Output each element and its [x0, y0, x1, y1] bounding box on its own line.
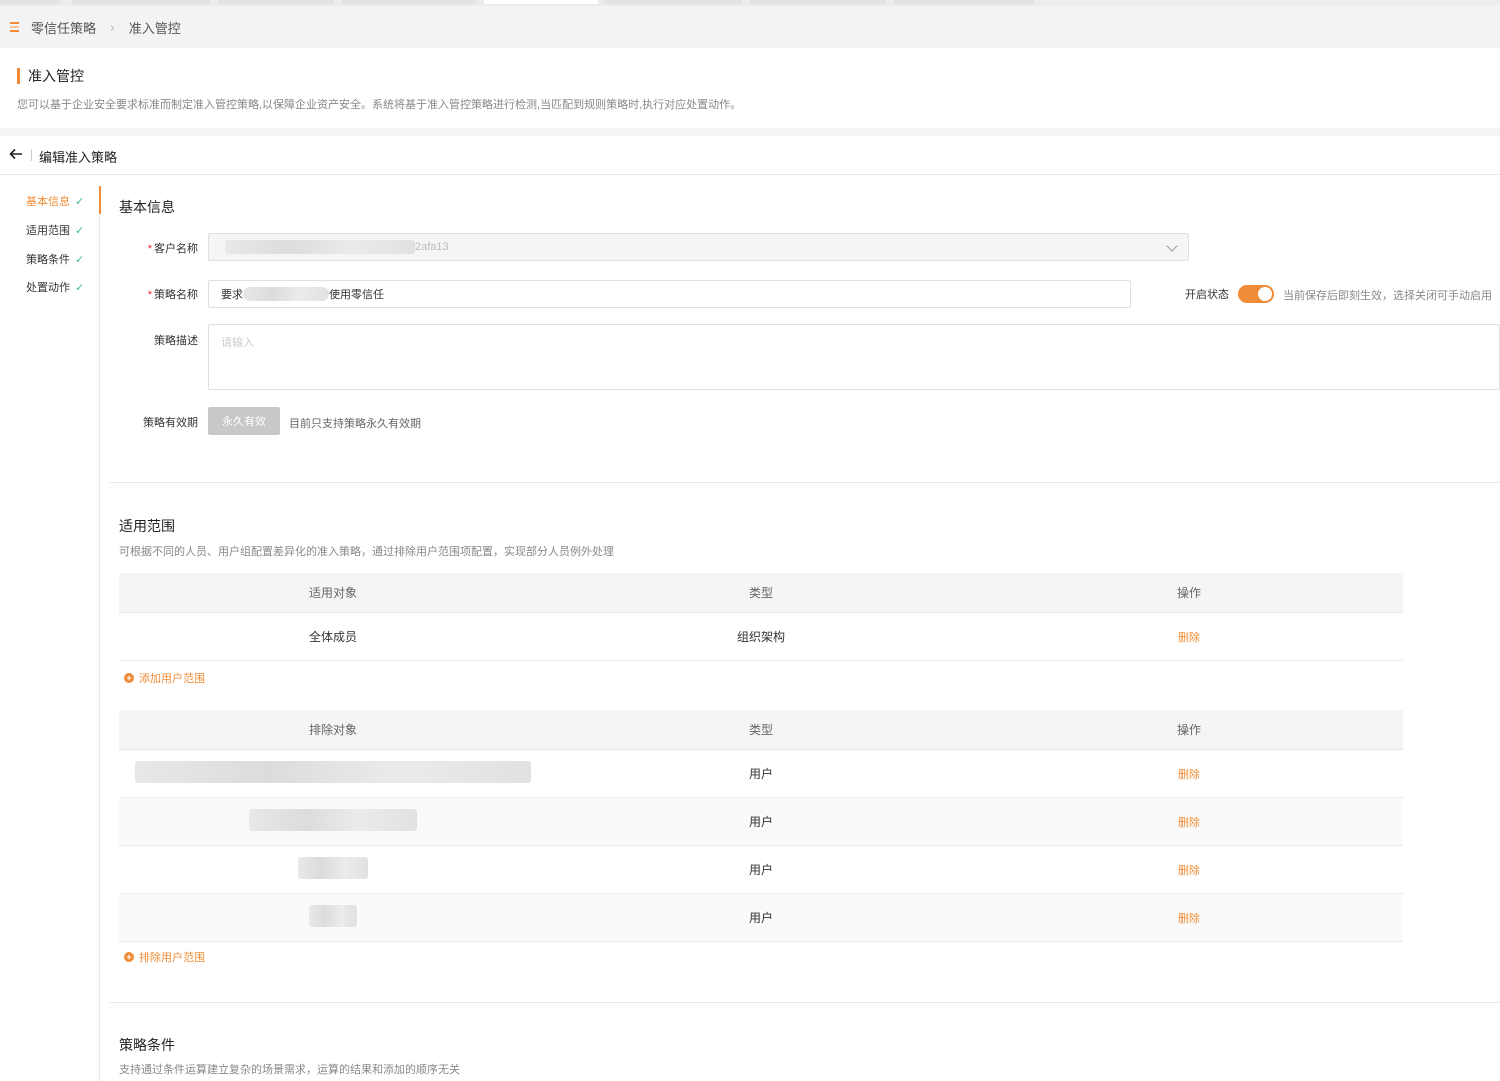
column-header: 适用对象 [308, 586, 357, 600]
tab[interactable] [604, 0, 742, 4]
cell-type: 组织架构 [736, 630, 785, 644]
step-basic-info[interactable]: 基本信息 ✓ [26, 193, 84, 209]
page-header: 准入管控 您可以基于企业安全要求标准而制定准入管控策略,以保障企业资产安全。系统… [0, 48, 1500, 128]
redacted-value [225, 240, 415, 254]
breadcrumb-item-access-control: 准入管控 [128, 20, 181, 36]
desc-label: 策略描述 [154, 335, 198, 347]
include-table: 适用对象 类型 操作 全体成员 组织架构 删除 [119, 573, 1403, 661]
delete-button[interactable]: 删除 [1178, 817, 1200, 829]
column-header: 操作 [1176, 723, 1201, 737]
cell-type: 用户 [748, 911, 773, 925]
add-user-scope-button[interactable]: + 添加用户范围 [124, 670, 205, 686]
table-header: 适用对象 类型 操作 [119, 573, 1403, 613]
table-row: 用户 删除 [119, 750, 1403, 798]
redacted-target [298, 857, 368, 879]
name-label: * 策略名称 [147, 289, 198, 301]
table-row: 用户 删除 [119, 846, 1403, 894]
section-title-scope: 适用范围 [119, 518, 175, 534]
validity-label: 策略有效期 [143, 417, 198, 429]
tab[interactable] [0, 0, 60, 4]
divider [31, 149, 32, 161]
tab[interactable] [750, 0, 886, 4]
check-icon: ✓ [75, 224, 85, 237]
redacted-target [249, 809, 417, 831]
column-header: 操作 [1176, 586, 1201, 600]
cell-type: 用户 [748, 815, 773, 829]
chevron-right-icon: › [110, 19, 115, 35]
status-hint: 当前保存后即刻生效，选择关闭可手动启用 [1283, 290, 1492, 302]
status-toggle[interactable] [1238, 285, 1274, 303]
validity-hint: 目前只支持策略永久有效期 [289, 418, 421, 430]
breadcrumb: 零信任策略 › 准入管控 [0, 6, 1500, 48]
redacted-value [243, 287, 329, 301]
section-desc-conditions: 支持通过条件运算建立复杂的场景需求，运算的结果和添加的顺序无关 [119, 1064, 460, 1076]
cell-target: 全体成员 [308, 630, 357, 644]
step-label: 策略条件 [26, 254, 70, 266]
table-row: 用户 删除 [119, 894, 1403, 942]
step-label: 适用范围 [26, 225, 70, 237]
card-title: 编辑准入策略 [39, 150, 118, 165]
section-title-conditions: 策略条件 [119, 1037, 175, 1053]
chevron-down-icon [1166, 240, 1178, 252]
table-header: 排除对象 类型 操作 [119, 710, 1403, 750]
edit-policy-card: 编辑准入策略 基本信息 ✓ 适用范围 ✓ 策略条件 ✓ 处置动作 ✓ 基本信息 * 客户名… [0, 136, 1500, 1081]
delete-button[interactable]: 删除 [1178, 632, 1200, 644]
exclude-table: 排除对象 类型 操作 用户 删除 用户 删除 用户 删除 用户 删除 [119, 710, 1403, 942]
tab[interactable] [342, 0, 476, 4]
delete-button[interactable]: 删除 [1178, 865, 1200, 877]
step-nav: 基本信息 ✓ 适用范围 ✓ 策略条件 ✓ 处置动作 ✓ [0, 186, 101, 1081]
cell-type: 用户 [748, 863, 773, 877]
tab[interactable] [72, 0, 210, 4]
column-header: 类型 [748, 586, 773, 600]
plus-circle-icon: + [124, 952, 134, 962]
page-title: 准入管控 [17, 68, 84, 84]
card-header: 编辑准入策略 [0, 136, 1500, 175]
policy-name-input[interactable]: 要求 使用零信任 [208, 280, 1131, 308]
delete-button[interactable]: 删除 [1178, 913, 1200, 925]
table-row: 用户 删除 [119, 798, 1403, 846]
cell-type: 用户 [748, 767, 773, 781]
step-label: 基本信息 [26, 196, 70, 208]
step-active-indicator [99, 186, 101, 214]
step-scope[interactable]: 适用范围 ✓ [26, 222, 84, 238]
column-header: 类型 [748, 723, 773, 737]
plus-circle-icon: + [124, 673, 134, 683]
redacted-target [135, 761, 531, 783]
section-divider [110, 1002, 1500, 1003]
page-description: 您可以基于企业安全要求标准而制定准入管控策略,以保障企业资产安全。系统将基于准入… [17, 99, 742, 111]
redacted-target [309, 905, 357, 927]
step-conditions[interactable]: 策略条件 ✓ [26, 251, 84, 267]
menu-icon [10, 22, 19, 32]
check-icon: ✓ [75, 281, 85, 294]
column-header: 排除对象 [308, 723, 357, 737]
delete-button[interactable]: 删除 [1178, 769, 1200, 781]
customer-label: * 客户名称 [147, 243, 198, 255]
step-actions[interactable]: 处置动作 ✓ [26, 279, 84, 295]
policy-desc-textarea[interactable]: 请输入 [208, 324, 1500, 390]
arrow-left-icon[interactable] [9, 147, 23, 161]
step-label: 处置动作 [26, 282, 70, 294]
tab[interactable] [894, 0, 1034, 4]
customer-select[interactable]: 2afa13 [208, 233, 1189, 261]
status-label: 开启状态 [1185, 289, 1229, 301]
check-icon: ✓ [75, 253, 85, 266]
breadcrumb-item-zero-trust[interactable]: 零信任策略 [31, 18, 96, 37]
table-row: 全体成员 组织架构 删除 [119, 613, 1403, 661]
check-icon: ✓ [75, 195, 85, 208]
section-desc-scope: 可根据不同的人员、用户组配置差异化的准入策略，通过排除用户范围项配置，实现部分人… [119, 546, 614, 558]
tab[interactable] [218, 0, 334, 4]
exclude-user-scope-button[interactable]: + 排除用户范围 [124, 949, 205, 965]
section-title-basic: 基本信息 [119, 199, 175, 215]
section-divider [110, 482, 1500, 483]
tab-active[interactable] [484, 0, 598, 4]
validity-permanent-button[interactable]: 永久有效 [208, 407, 280, 435]
